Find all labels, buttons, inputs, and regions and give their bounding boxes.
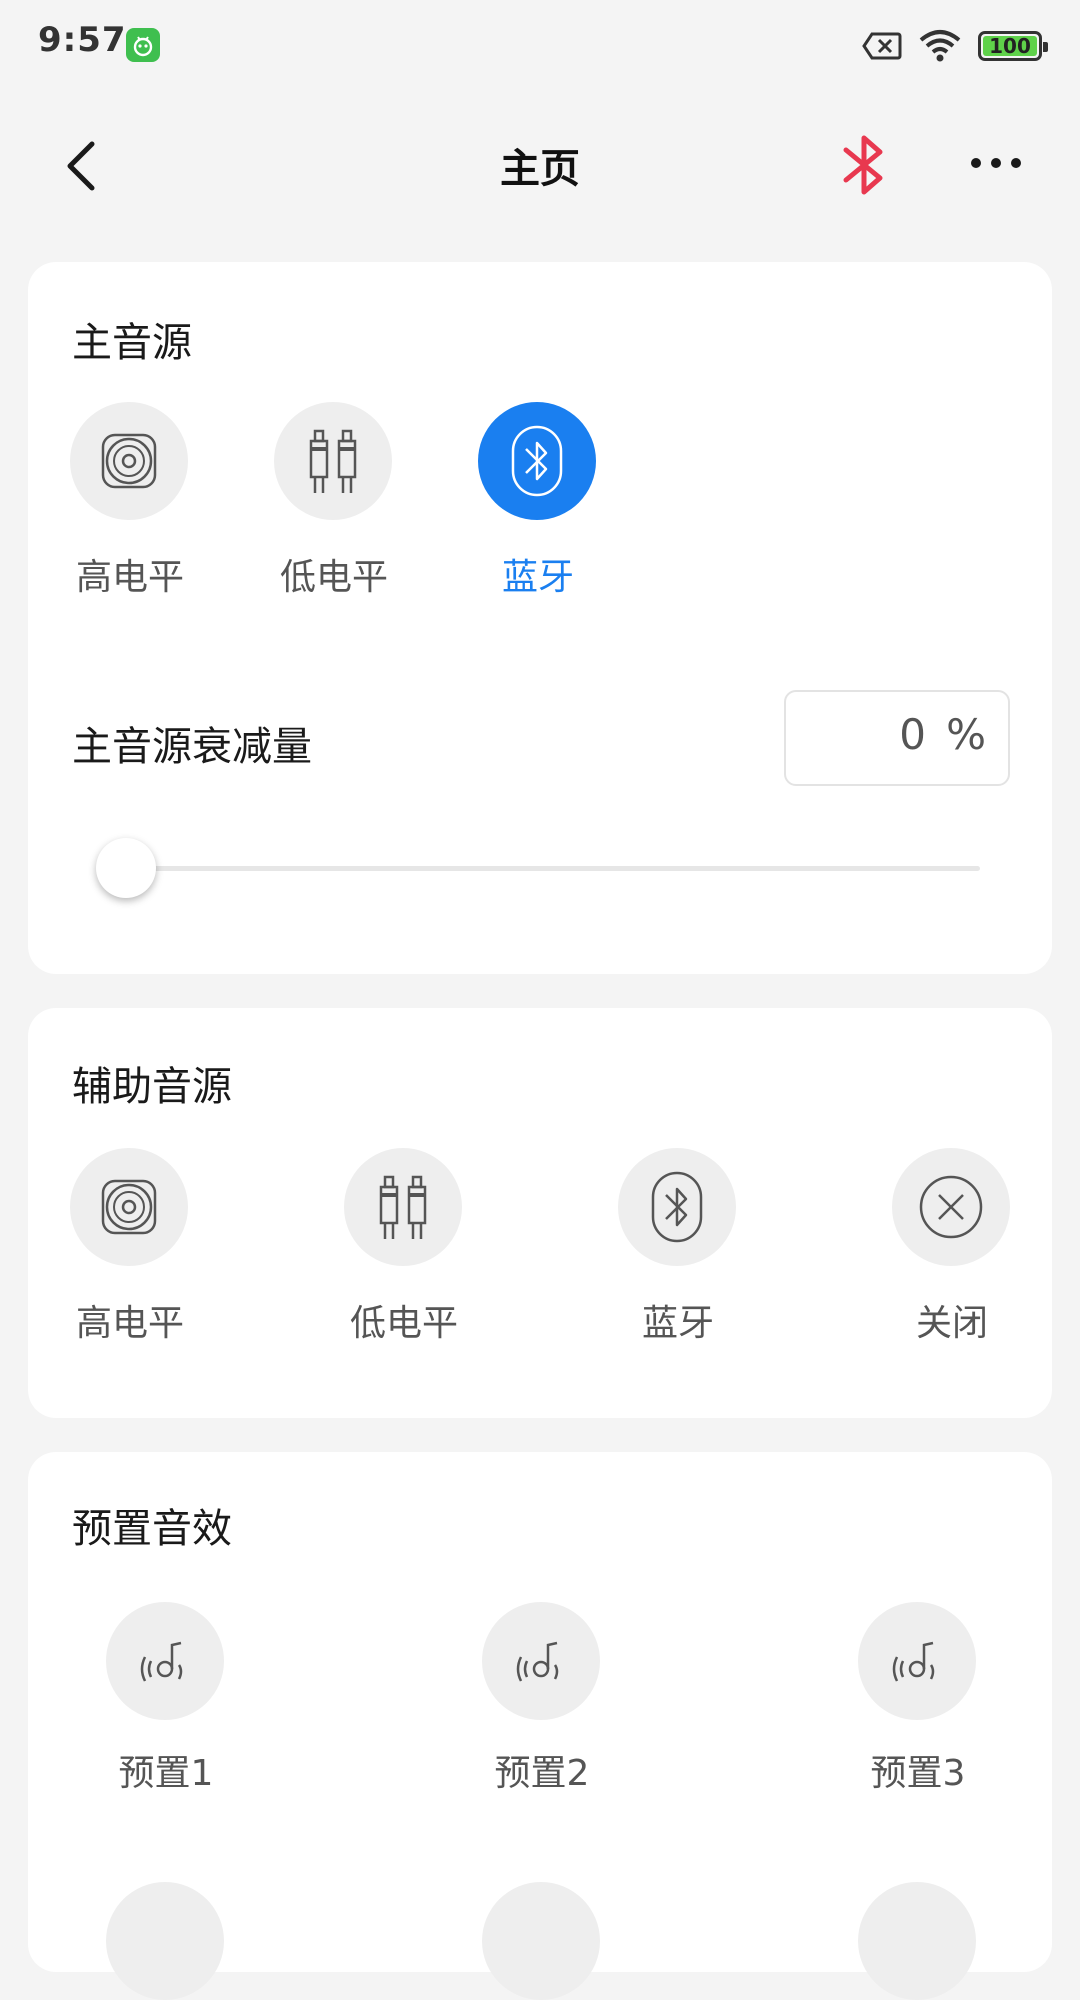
bluetooth-icon [651, 1171, 703, 1243]
main-source-low-level-option[interactable]: 低电平 [274, 402, 394, 598]
status-bar: 9:57 100 [0, 0, 1080, 88]
option-circle [892, 1148, 1010, 1266]
main-source-title: 主音源 [72, 320, 192, 366]
option-label: 预置1 [118, 1753, 214, 1794]
status-icons: 100 [862, 26, 1048, 66]
attenuation-slider-thumb[interactable] [96, 838, 156, 898]
speaker-icon [101, 433, 157, 489]
option-circle [70, 1148, 188, 1266]
attenuation-unit: % [946, 710, 986, 759]
attenuation-label: 主音源衰减量 [72, 724, 312, 770]
sound-note-icon [140, 1641, 183, 1682]
option-circle [858, 1602, 976, 1720]
rca-plug-icon [379, 1175, 427, 1239]
nav-bar: 主页 [0, 100, 1080, 232]
preset-6-option[interactable] [858, 1882, 976, 2000]
option-label-selected: 蓝牙 [501, 557, 574, 598]
attenuation-value: 0 [899, 710, 926, 759]
option-label: 高电平 [75, 1303, 184, 1344]
option-circle-selected [478, 402, 596, 520]
aux-source-title: 辅助音源 [72, 1064, 232, 1110]
preset-2-option[interactable]: 预置2 [482, 1602, 602, 1794]
option-circle [70, 402, 188, 520]
option-label: 蓝牙 [641, 1303, 714, 1344]
battery-icon: 100 [978, 31, 1048, 61]
attenuation-input[interactable]: 0 % [784, 690, 1010, 786]
preset-3-option[interactable]: 预置3 [858, 1602, 978, 1794]
wifi-icon [919, 30, 961, 62]
option-circle [618, 1148, 736, 1266]
preset-5-option[interactable] [482, 1882, 600, 2000]
close-circle-icon [919, 1175, 983, 1239]
more-dots-icon [971, 158, 1021, 168]
preset-4-option[interactable] [106, 1882, 224, 2000]
bluetooth-status-button[interactable] [836, 130, 892, 200]
preset-1-option[interactable]: 预置1 [106, 1602, 226, 1794]
option-label: 高电平 [75, 557, 184, 598]
option-label: 低电平 [349, 1303, 458, 1344]
aux-source-high-level-option[interactable]: 高电平 [70, 1148, 190, 1344]
rca-plug-icon [309, 429, 357, 493]
option-label: 低电平 [279, 557, 388, 598]
more-button[interactable] [966, 148, 1026, 178]
option-circle [482, 1602, 600, 1720]
option-label: 预置2 [494, 1753, 590, 1794]
sound-note-icon [892, 1641, 935, 1682]
attenuation-slider-track[interactable] [128, 866, 980, 871]
main-source-bluetooth-option[interactable]: 蓝牙 [478, 402, 598, 598]
speaker-icon [101, 1179, 157, 1235]
bluetooth-icon [843, 135, 883, 195]
app-notification-icon [126, 28, 160, 62]
option-circle [106, 1602, 224, 1720]
battery-level: 100 [989, 34, 1031, 58]
option-circle [274, 402, 392, 520]
status-time: 9:57 [38, 20, 127, 60]
option-label: 关闭 [915, 1303, 988, 1344]
aux-source-card: 辅助音源 高电平 低电平 蓝牙 关闭 [28, 1008, 1052, 1418]
bluetooth-icon [511, 425, 563, 497]
aux-source-low-level-option[interactable]: 低电平 [344, 1148, 464, 1344]
option-label: 预置3 [870, 1753, 966, 1794]
page-title: 主页 [500, 146, 580, 192]
sound-note-icon [516, 1641, 559, 1682]
aux-source-bluetooth-option[interactable]: 蓝牙 [618, 1148, 738, 1344]
option-circle [344, 1148, 462, 1266]
presets-title: 预置音效 [72, 1506, 232, 1552]
presets-card: 预置音效 预置1 预置2 预置3 [28, 1452, 1052, 2000]
main-source-card: 主音源 高电平 低电平 蓝牙 主音源衰减量 0 % [28, 262, 1052, 974]
sim-x-icon [862, 32, 902, 60]
main-source-high-level-option[interactable]: 高电平 [70, 402, 190, 598]
aux-source-off-option[interactable]: 关闭 [892, 1148, 1012, 1344]
